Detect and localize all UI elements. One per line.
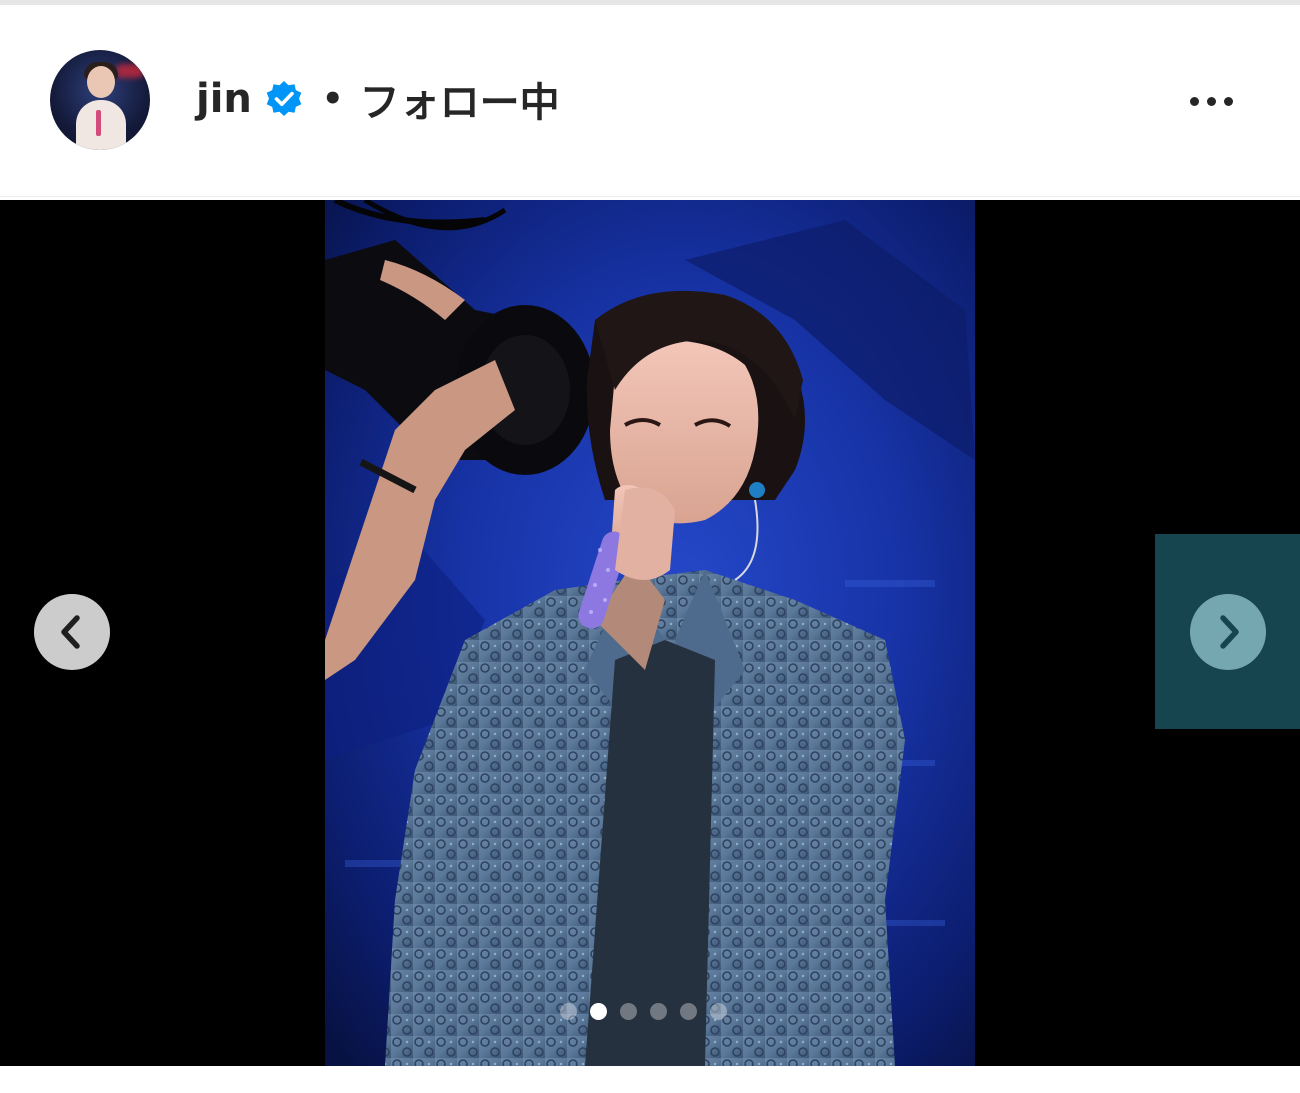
carousel-dot: [560, 1002, 577, 1020]
post-header: jin • フォロー中: [0, 5, 1300, 197]
next-slide-hover-area[interactable]: [1155, 534, 1300, 729]
carousel-dot-active: [590, 1002, 607, 1020]
following-button[interactable]: フォロー中: [360, 70, 560, 128]
avatar-person-head: [87, 66, 115, 98]
account-identity: jin • フォロー中: [196, 69, 560, 129]
concert-photo: [325, 200, 975, 1066]
verified-badge-icon: [266, 81, 302, 116]
post-footer: [0, 1066, 1300, 1093]
more-options-button[interactable]: [1176, 81, 1246, 121]
carousel-dot: [680, 1002, 697, 1020]
profile-avatar[interactable]: [50, 50, 150, 150]
carousel-dot: [650, 1002, 667, 1020]
username-link[interactable]: jin: [196, 76, 252, 122]
avatar-person-body: [76, 100, 126, 150]
avatar-stage-light: [116, 64, 144, 78]
post-media-carousel[interactable]: [0, 200, 1300, 1066]
next-slide-button[interactable]: [1190, 594, 1266, 670]
chevron-right-icon: [1220, 615, 1239, 649]
separator-dot: •: [321, 79, 344, 119]
carousel-dot: [710, 1002, 727, 1020]
previous-slide-button[interactable]: [34, 594, 110, 670]
more-options-icon: [1189, 96, 1199, 106]
avatar-microphone: [96, 110, 101, 136]
carousel-indicator: [560, 1001, 740, 1021]
more-options-icon: [1223, 96, 1233, 106]
post-photo[interactable]: [325, 200, 975, 1066]
more-options-icon: [1206, 96, 1216, 106]
instagram-post: jin • フォロー中: [0, 0, 1300, 1093]
carousel-dot: [620, 1002, 637, 1020]
chevron-left-icon: [61, 615, 80, 649]
